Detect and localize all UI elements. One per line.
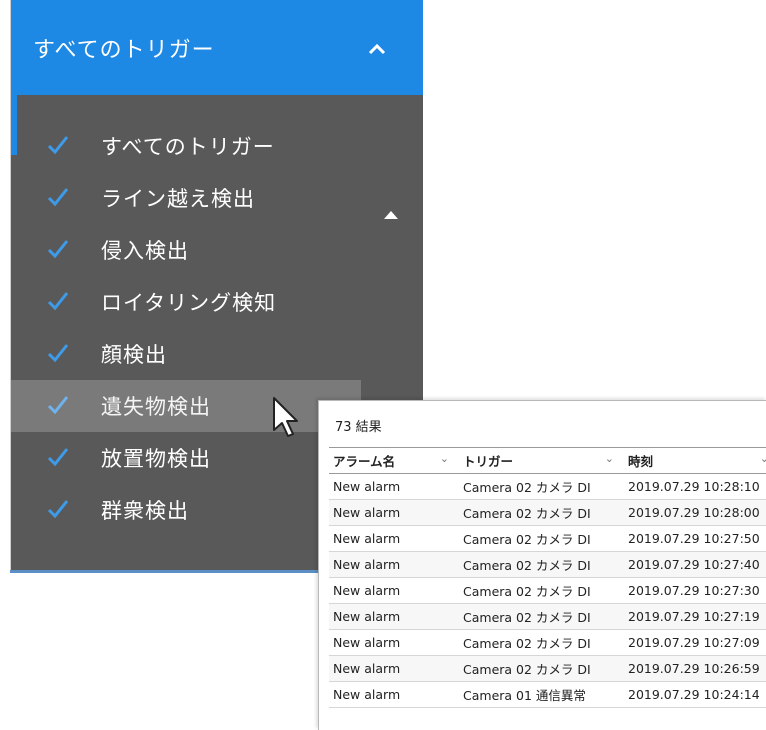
trigger-item-line-crossing[interactable]: ライン越え検出 [11, 172, 361, 224]
cell-alarm-name: New alarm [329, 603, 459, 630]
checkmark-icon [47, 136, 69, 155]
table-row[interactable]: New alarm Camera 02 カメラ DI 2019.07.29 10:2… [329, 655, 766, 682]
cell-trigger: Camera 02 カメラ DI [459, 655, 624, 682]
trigger-item-label: 顔検出 [101, 343, 167, 367]
cell-trigger: Camera 02 カメラ DI [459, 525, 624, 552]
trigger-item-loitering[interactable]: ロイタリング検知 [11, 276, 361, 328]
results-table: アラーム名 ⌄ トリガー ⌄ 時刻 ⌄ New alarm Camera 02 カメラ … [329, 447, 766, 708]
cell-alarm-name: New alarm [329, 629, 459, 656]
table-row[interactable]: New alarm Camera 02 カメラ DI 2019.07.29 10:2… [329, 577, 766, 604]
trigger-item-face[interactable]: 顔検出 [11, 328, 361, 380]
chevron-up-icon[interactable] [364, 36, 390, 62]
table-row[interactable]: New alarm Camera 01 通信異常 2019.07.29 10:24:… [329, 681, 766, 708]
table-row[interactable]: New alarm Camera 02 カメラ DI 2019.07.29 10:2… [329, 603, 766, 630]
trigger-item-label: ライン越え検出 [101, 187, 255, 211]
chevron-down-icon[interactable]: ⌄ [440, 452, 449, 465]
mouse-pointer-icon [273, 397, 298, 437]
cell-time: 2019.07.29 10:27:30 [624, 577, 766, 604]
cell-alarm-name: New alarm [329, 525, 459, 552]
dropdown-header[interactable]: すべてのトリガー [11, 0, 423, 95]
triangle-up-icon[interactable] [381, 207, 401, 221]
cell-time: 2019.07.29 10:27:40 [624, 551, 766, 578]
trigger-item-label: 群衆検出 [101, 499, 189, 523]
trigger-item-missing-object[interactable]: 遺失物検出 [11, 380, 361, 432]
cell-trigger: Camera 02 カメラ DI [459, 551, 624, 578]
table-row[interactable]: New alarm Camera 02 カメラ DI 2019.07.29 10:2… [329, 499, 766, 526]
dropdown-title: すべてのトリガー [33, 38, 215, 63]
table-row[interactable]: New alarm Camera 02 カメラ DI 2019.07.29 10:2… [329, 551, 766, 578]
cell-time: 2019.07.29 10:24:14 [624, 681, 766, 708]
column-header-time[interactable]: 時刻 ⌄ [624, 447, 766, 474]
cell-time: 2019.07.29 10:28:10 [624, 473, 766, 500]
column-header-alarm-name[interactable]: アラーム名 ⌄ [329, 447, 459, 474]
checkmark-icon [47, 292, 69, 311]
cell-trigger: Camera 02 カメラ DI [459, 473, 624, 500]
column-header-trigger[interactable]: トリガー ⌄ [459, 447, 624, 474]
column-header-label: トリガー [463, 454, 514, 469]
cell-time: 2019.07.29 10:28:00 [624, 499, 766, 526]
table-row[interactable]: New alarm Camera 02 カメラ DI 2019.07.29 10:2… [329, 629, 766, 656]
trigger-item-label: 侵入検出 [101, 239, 189, 263]
cell-alarm-name: New alarm [329, 551, 459, 578]
cell-time: 2019.07.29 10:27:09 [624, 629, 766, 656]
cell-trigger: Camera 02 カメラ DI [459, 603, 624, 630]
trigger-item-unattended-object[interactable]: 放置物検出 [11, 432, 361, 484]
cell-trigger: Camera 02 カメラ DI [459, 499, 624, 526]
cell-alarm-name: New alarm [329, 577, 459, 604]
cell-trigger: Camera 01 通信異常 [459, 681, 624, 708]
column-header-label: アラーム名 [333, 454, 396, 469]
checkmark-icon [47, 396, 69, 415]
cell-alarm-name: New alarm [329, 499, 459, 526]
trigger-item-crowd[interactable]: 群衆検出 [11, 484, 361, 536]
checkmark-icon [47, 240, 69, 259]
checkmark-icon [47, 188, 69, 207]
trigger-item-label: 遺失物検出 [101, 395, 211, 419]
cell-time: 2019.07.29 10:27:19 [624, 603, 766, 630]
cell-time: 2019.07.29 10:27:50 [624, 525, 766, 552]
cell-trigger: Camera 02 カメラ DI [459, 577, 624, 604]
results-panel: 73 結果 アラーム名 ⌄ トリガー ⌄ 時刻 ⌄ New alarm Camera 0… [318, 400, 766, 730]
result-count: 73 結果 [335, 420, 382, 435]
trigger-item-label: ロイタリング検知 [101, 291, 277, 315]
chevron-down-icon[interactable]: ⌄ [760, 452, 766, 465]
table-header-row: アラーム名 ⌄ トリガー ⌄ 時刻 ⌄ [329, 447, 766, 474]
trigger-item-intrusion[interactable]: 侵入検出 [11, 224, 361, 276]
cell-alarm-name: New alarm [329, 473, 459, 500]
trigger-item-all[interactable]: すべてのトリガー [11, 120, 361, 172]
trigger-item-label: 放置物検出 [101, 447, 211, 471]
table-row[interactable]: New alarm Camera 02 カメラ DI 2019.07.29 10:2… [329, 525, 766, 552]
cell-trigger: Camera 02 カメラ DI [459, 629, 624, 656]
checkmark-icon [47, 500, 69, 519]
trigger-item-label: すべてのトリガー [101, 135, 275, 159]
chevron-down-icon[interactable]: ⌄ [605, 452, 614, 465]
table-row[interactable]: New alarm Camera 02 カメラ DI 2019.07.29 10:2… [329, 473, 766, 500]
cell-alarm-name: New alarm [329, 655, 459, 682]
cell-alarm-name: New alarm [329, 681, 459, 708]
column-header-label: 時刻 [628, 454, 654, 469]
checkmark-icon [47, 344, 69, 363]
checkmark-icon [47, 448, 69, 467]
cell-time: 2019.07.29 10:26:59 [624, 655, 766, 682]
